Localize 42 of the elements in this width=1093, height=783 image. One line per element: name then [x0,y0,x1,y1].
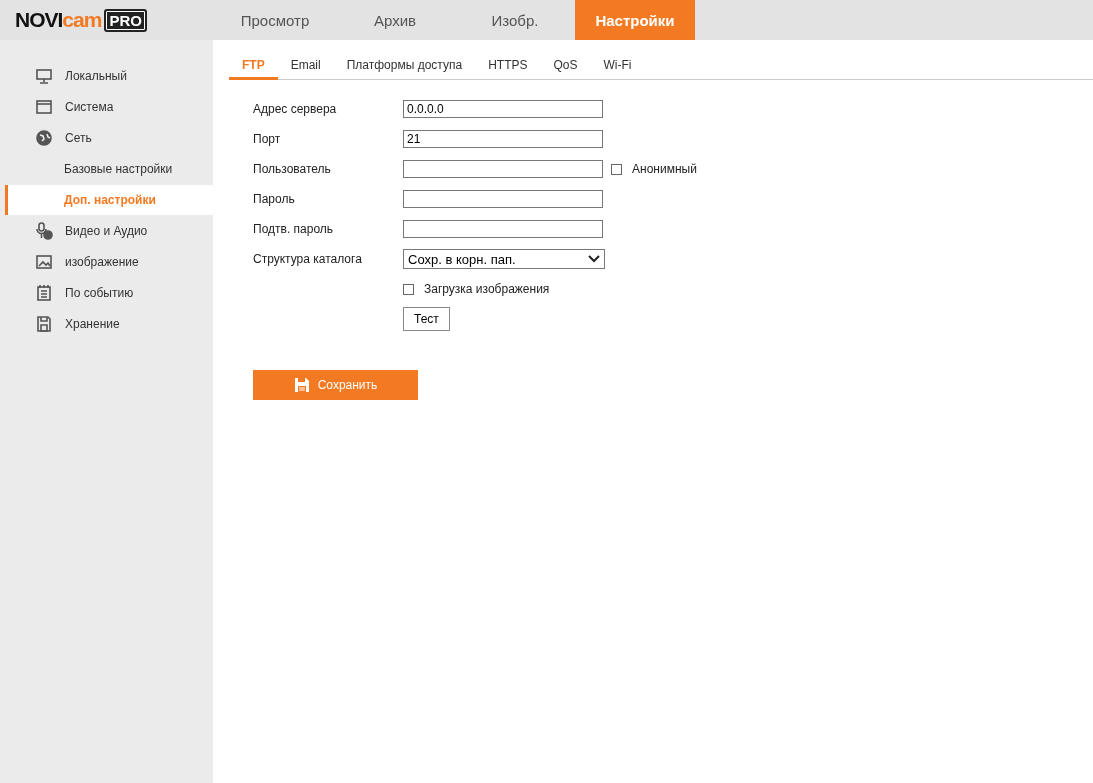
image-icon [35,253,53,271]
checkbox-label: Загрузка изображения [424,282,550,296]
logo-badge: PRO [104,8,147,32]
field-label: Пользователь [253,162,332,176]
text-field[interactable]: 21 [403,130,603,148]
test-button[interactable]: Тест [403,307,450,331]
sidebar-item[interactable]: По событию [5,278,213,308]
text-field[interactable] [403,190,603,208]
logo-text: NOVIcam [15,8,102,32]
tab[interactable]: Email [277,52,334,80]
tab[interactable]: HTTPS [475,52,541,80]
calendar-list-icon [35,284,53,302]
sidebar-item[interactable]: изображение [5,247,213,277]
sidebar-subitem[interactable]: Базовые настройки [5,154,213,184]
tab[interactable]: Платформы доступа [333,52,476,80]
sidebar-item[interactable]: Сеть [5,123,213,153]
field-label: Адрес сервера [253,102,338,116]
tab[interactable]: Wi-Fi [590,52,645,80]
checkbox-label: Анонимный [632,162,697,176]
tab[interactable]: QoS [540,52,591,80]
sidebar-item[interactable]: Локальный [5,61,213,91]
window-icon [35,98,53,116]
checkbox[interactable] [611,163,622,175]
sidebar-item[interactable]: Хранение [5,309,213,339]
nav-tab[interactable]: Архив [335,0,455,40]
text-field[interactable] [403,220,603,238]
sidebar-item[interactable]: Видео и Аудио [5,216,213,246]
nav-tab[interactable]: Изобр. [455,0,575,40]
sidebar-item[interactable]: Система [5,92,213,122]
field-label: Пароль [253,192,296,206]
chevron-down-icon [588,255,600,263]
globe-icon [35,129,53,147]
dropdown[interactable]: Сохр. в корн. пап. [403,249,605,269]
field-label: Структура каталога [253,252,363,266]
text-field[interactable] [403,160,603,178]
text-field[interactable]: 0.0.0.0 [403,100,603,118]
field-label: Порт [253,132,282,146]
checkbox[interactable] [403,283,414,295]
nav-tab[interactable]: Просмотр [215,0,335,40]
monitor-icon [35,67,53,85]
microphone-play-icon [35,222,53,240]
field-label: Подтв. пароль [253,222,335,236]
